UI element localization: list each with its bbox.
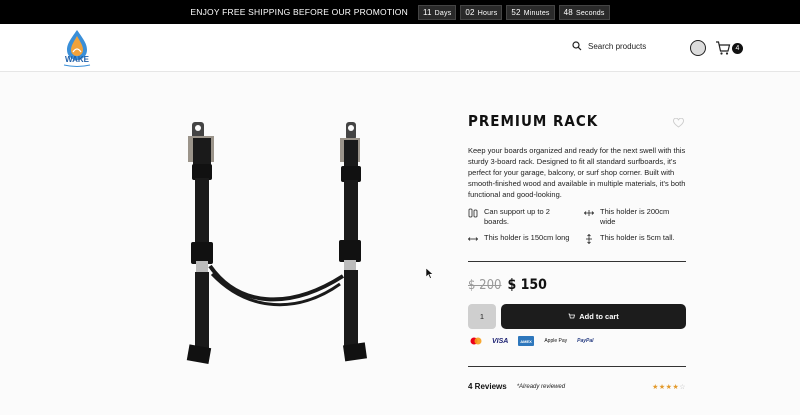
cart-small-icon (568, 313, 576, 319)
reviews-count: 4 Reviews (468, 382, 507, 391)
countdown-seconds: 48 Seconds (558, 4, 610, 20)
star-icon: ★ (652, 383, 659, 391)
width-arrows-icon (584, 210, 594, 216)
star-icon: ★ (658, 383, 666, 391)
reviews-note: *Already reviewed (516, 383, 566, 390)
svg-text:WAKE: WAKE (65, 55, 90, 64)
amex-icon: AMEX (518, 336, 535, 346)
feature-height: This holder is 5cm tall. (584, 233, 686, 244)
countdown-hours: 02 Hours (460, 4, 503, 20)
price-block: $ 200 $ 150 (468, 277, 547, 293)
countdown-days: 11 Days (417, 4, 457, 20)
boards-icon (468, 208, 478, 218)
feature-capacity-text: Can support up to 2 boards. (484, 207, 550, 226)
divider (468, 366, 686, 367)
paypal-icon: PayPal (577, 338, 594, 344)
cart-count-badge: 4 (732, 43, 743, 54)
product-description: Keep your boards organized and ready for… (468, 146, 686, 199)
countdown-minutes: 52 Minutes (506, 4, 555, 20)
visa-icon: VISA (492, 337, 509, 345)
reviews-summary[interactable]: 4 Reviews *Already reviewed ★★★★☆ (468, 382, 686, 391)
product-details: PREMIUM RACK Keep your boards organized … (468, 112, 686, 391)
mastercard-icon (470, 336, 482, 346)
star-empty-icon: ☆ (679, 383, 686, 391)
site-header: WAKE Search products 4 (0, 24, 800, 72)
add-to-cart-label: Add to cart (579, 312, 619, 321)
mouse-cursor-icon (426, 268, 434, 279)
wishlist-heart-icon[interactable] (673, 118, 684, 128)
feature-width: This holder is 200cm wide (584, 207, 684, 227)
announcement-bar: ENJOY FREE SHIPPING BEFORE OUR PROMOTION… (0, 0, 800, 24)
feature-length: This holder is 150cm long (468, 233, 578, 244)
feature-capacity: Can support up to 2 boards. (468, 207, 568, 227)
feature-height-text: This holder is 5cm tall. (600, 233, 675, 242)
product-title: PREMIUM RACK (468, 112, 599, 130)
price-old: $ 200 (468, 278, 502, 293)
product-image (178, 116, 378, 370)
account-avatar[interactable] (690, 40, 706, 56)
svg-text:AMEX: AMEX (521, 339, 533, 344)
quantity-input[interactable]: 1 (468, 304, 496, 329)
height-arrows-icon (586, 234, 592, 244)
cart-icon (716, 41, 731, 55)
apple-pay-icon: Apple Pay (544, 338, 568, 344)
search-button[interactable]: Search products (572, 41, 646, 51)
cart-button[interactable] (715, 40, 731, 56)
feature-width-text: This holder is 200cm wide (600, 207, 670, 226)
star-rating: ★★★★☆ (652, 383, 686, 391)
brand-logo[interactable]: WAKE (58, 28, 96, 68)
add-to-cart-button[interactable]: Add to cart (501, 304, 686, 329)
announcement-message: ENJOY FREE SHIPPING BEFORE OUR PROMOTION (190, 7, 408, 17)
payment-methods: VISA AMEX Apple Pay PayPal (470, 336, 594, 346)
search-label: Search products (588, 41, 647, 51)
feature-length-text: This holder is 150cm long (484, 233, 570, 242)
price-new: $ 150 (507, 277, 547, 293)
length-arrows-icon (468, 237, 478, 241)
divider (468, 261, 686, 262)
search-icon (572, 41, 582, 51)
